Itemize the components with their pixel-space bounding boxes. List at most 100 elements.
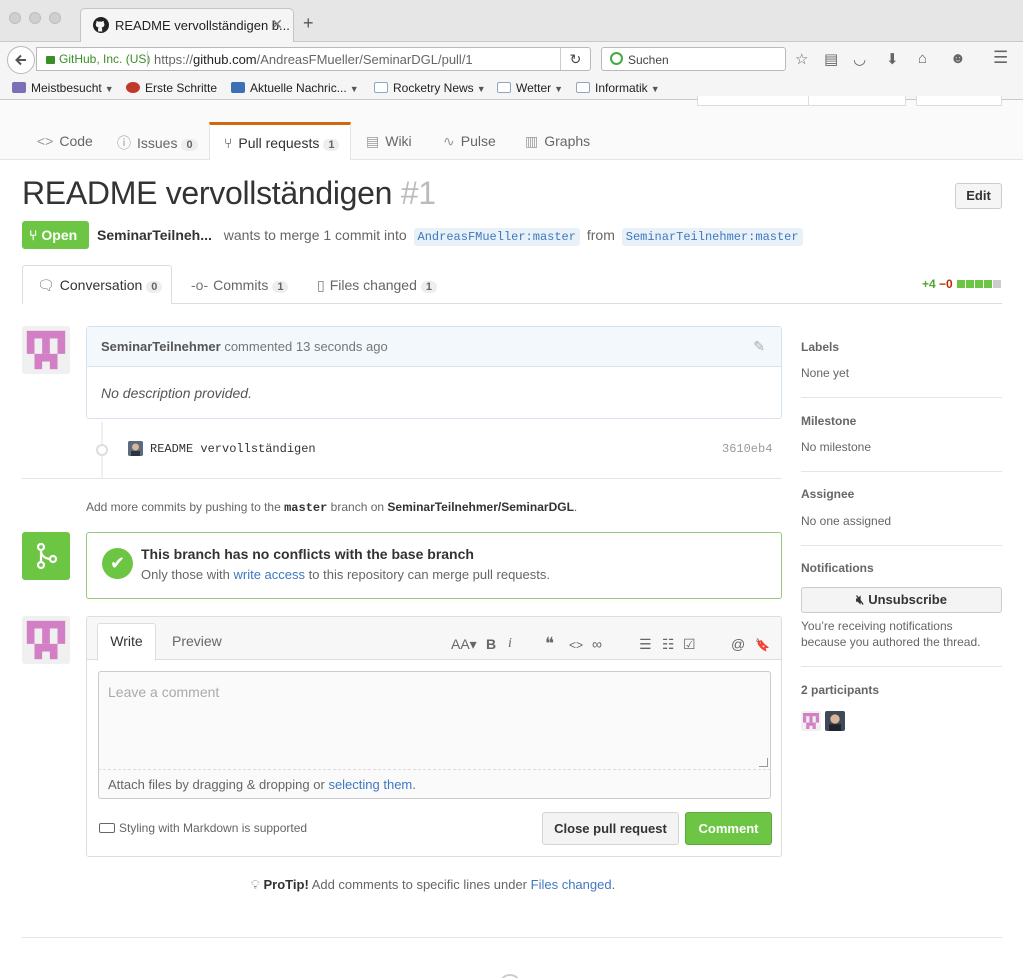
assignee-value: No one assigned bbox=[801, 514, 892, 528]
files-changed-link[interactable]: Files changed bbox=[531, 877, 612, 892]
new-tab-button[interactable]: + bbox=[303, 13, 314, 34]
link-icon[interactable]: ∞ bbox=[592, 636, 602, 652]
pencil-icon[interactable]: ✎ bbox=[753, 338, 765, 355]
attach-files-bar[interactable]: Attach files by dragging & dropping or s… bbox=[98, 770, 771, 799]
bookmark-icon[interactable]: 🔖 bbox=[755, 638, 770, 652]
close-window-button[interactable] bbox=[9, 12, 21, 24]
footer-divider bbox=[22, 937, 1002, 938]
protip-label: ProTip! bbox=[263, 877, 309, 892]
site-identity[interactable]: GitHub, Inc. (US) bbox=[46, 52, 150, 66]
url-bar[interactable]: GitHub, Inc. (US) https://github.com/And… bbox=[36, 47, 591, 71]
edit-title-button[interactable]: Edit bbox=[955, 183, 1002, 209]
unsubscribe-button[interactable]: 🔇︎ Unsubscribe bbox=[801, 587, 1002, 613]
tab-files-changed[interactable]: ▯ Files changed 1 bbox=[317, 277, 438, 294]
resize-grip-icon[interactable] bbox=[759, 758, 768, 767]
markdown-hint[interactable]: Styling with Markdown is supported bbox=[99, 821, 307, 835]
diffstat-blocks bbox=[956, 277, 1002, 291]
attach-text: Attach files by dragging & dropping or s… bbox=[108, 777, 416, 792]
text-size-icon[interactable]: AA▾ bbox=[451, 636, 477, 653]
bookmark-erste-schritte[interactable]: Erste Schritte bbox=[126, 81, 217, 95]
select-files-link[interactable]: selecting them bbox=[328, 777, 412, 792]
write-tab[interactable]: Write bbox=[97, 623, 156, 661]
repo-nav-issues[interactable]: ⓘ Issues 0 bbox=[117, 133, 198, 153]
back-button[interactable] bbox=[7, 46, 35, 74]
unordered-list-icon[interactable]: ☰ bbox=[639, 636, 652, 653]
reload-icon[interactable]: ↻ bbox=[560, 48, 590, 70]
participant-avatar[interactable] bbox=[801, 711, 821, 731]
tab-close-icon[interactable]: ✕ bbox=[271, 16, 283, 33]
watch-button-partial[interactable] bbox=[697, 96, 810, 106]
tab-commits[interactable]: -o- Commits 1 bbox=[191, 277, 289, 293]
comment-time[interactable]: 13 seconds ago bbox=[296, 339, 388, 354]
repo-nav-label: Wiki bbox=[385, 133, 412, 149]
committer-avatar[interactable] bbox=[128, 441, 143, 456]
browser-tab[interactable]: README vervollständigen b... ✕ bbox=[80, 8, 294, 42]
fork-button-partial[interactable] bbox=[916, 96, 1002, 106]
mention-icon[interactable]: @ bbox=[731, 636, 745, 652]
bookmark-rocketry-news[interactable]: Rocketry News ▼ bbox=[374, 81, 486, 95]
pr-author-link[interactable]: SeminarTeilneh... bbox=[97, 227, 212, 243]
from-text: from bbox=[586, 227, 615, 243]
rss-icon bbox=[231, 82, 245, 93]
tab-conversation[interactable]: 🗨 Conversation 0 bbox=[37, 277, 163, 294]
commenter-avatar[interactable] bbox=[22, 326, 70, 374]
participant-avatar[interactable] bbox=[825, 711, 845, 731]
minimize-window-button[interactable] bbox=[29, 12, 41, 24]
bold-icon[interactable]: B bbox=[486, 636, 496, 652]
protip-suffix: . bbox=[611, 877, 616, 892]
repo-nav-wiki[interactable]: ▤ Wiki bbox=[366, 133, 412, 150]
code-icon[interactable]: <> bbox=[569, 638, 583, 652]
comment-button[interactable]: Comment bbox=[685, 812, 772, 845]
repo-nav-graphs[interactable]: ▥ Graphs bbox=[525, 133, 590, 150]
commit-sha-link[interactable]: 3610eb4 bbox=[722, 442, 772, 456]
comment-placeholder: Leave a comment bbox=[108, 684, 220, 700]
unsubscribe-label: Unsubscribe bbox=[868, 592, 947, 607]
comment-textarea[interactable]: Leave a comment bbox=[98, 671, 771, 770]
menu-icon[interactable]: ☰ bbox=[993, 48, 1008, 68]
issue-icon: ⓘ bbox=[117, 135, 131, 151]
search-placeholder: Suchen bbox=[628, 53, 669, 67]
repo-nav-code[interactable]: <> Code bbox=[37, 133, 93, 149]
comment-author[interactable]: SeminarTeilnehmer bbox=[101, 339, 221, 354]
task-list-icon[interactable]: ☑ bbox=[683, 636, 696, 653]
repo-nav-label: Issues bbox=[137, 135, 178, 151]
chevron-down-icon: ▼ bbox=[650, 84, 660, 94]
pr-state-label: Open bbox=[41, 227, 78, 243]
search-bar[interactable]: Suchen bbox=[601, 47, 786, 71]
star-button-partial[interactable] bbox=[808, 96, 906, 106]
github-footer-logo-icon[interactable] bbox=[499, 974, 521, 978]
zoom-window-button[interactable] bbox=[49, 12, 61, 24]
identicon-icon bbox=[22, 616, 70, 664]
labels-heading[interactable]: Labels bbox=[801, 340, 839, 354]
commit-message-link[interactable]: README vervollständigen bbox=[150, 442, 316, 456]
repo-nav-pulse[interactable]: ∿ Pulse bbox=[443, 133, 496, 150]
url-text[interactable]: https://github.com/AndreasFMueller/Semin… bbox=[154, 52, 473, 67]
bookmark-label: Wetter bbox=[516, 81, 552, 95]
bookmark-wetter[interactable]: Wetter ▼ bbox=[497, 81, 563, 95]
milestone-heading[interactable]: Milestone bbox=[801, 414, 856, 428]
repo-nav-pull-requests[interactable]: ⑂ Pull requests 1 bbox=[209, 122, 351, 160]
bookmark-informatik[interactable]: Informatik ▼ bbox=[576, 81, 660, 95]
quote-icon[interactable]: ❝ bbox=[545, 634, 554, 654]
ordered-list-icon[interactable]: ☷ bbox=[662, 636, 675, 653]
merge-sub-prefix: Only those with bbox=[141, 567, 230, 582]
back-arrow-icon bbox=[15, 54, 26, 66]
smiley-icon[interactable]: ☻ bbox=[950, 50, 966, 67]
preview-tab[interactable]: Preview bbox=[172, 633, 222, 649]
bookmark-aktuelle-nachrichten[interactable]: Aktuelle Nachric... ▼ bbox=[231, 81, 359, 95]
download-icon[interactable]: ⬇ bbox=[886, 50, 899, 68]
home-icon[interactable]: ⌂ bbox=[918, 50, 927, 67]
tab-label: Files changed bbox=[329, 277, 417, 293]
pocket-icon[interactable]: ◡ bbox=[853, 50, 866, 68]
close-pull-request-button[interactable]: Close pull request bbox=[542, 812, 679, 845]
url-path: /AndreasFMueller/SeminarDGL/pull/1 bbox=[256, 52, 473, 67]
bookmark-meistbesucht[interactable]: Meistbesucht ▼ bbox=[12, 81, 114, 95]
bookmark-star-icon[interactable]: ☆ bbox=[795, 50, 808, 68]
bookmark-label: Aktuelle Nachric... bbox=[250, 81, 347, 95]
write-access-link[interactable]: write access bbox=[234, 567, 306, 582]
reading-list-icon[interactable]: ▤ bbox=[824, 50, 838, 68]
italic-icon[interactable]: i bbox=[508, 636, 512, 652]
current-user-avatar[interactable] bbox=[22, 616, 70, 664]
repo-nav-label: Graphs bbox=[544, 133, 591, 149]
assignee-heading[interactable]: Assignee bbox=[801, 487, 854, 501]
